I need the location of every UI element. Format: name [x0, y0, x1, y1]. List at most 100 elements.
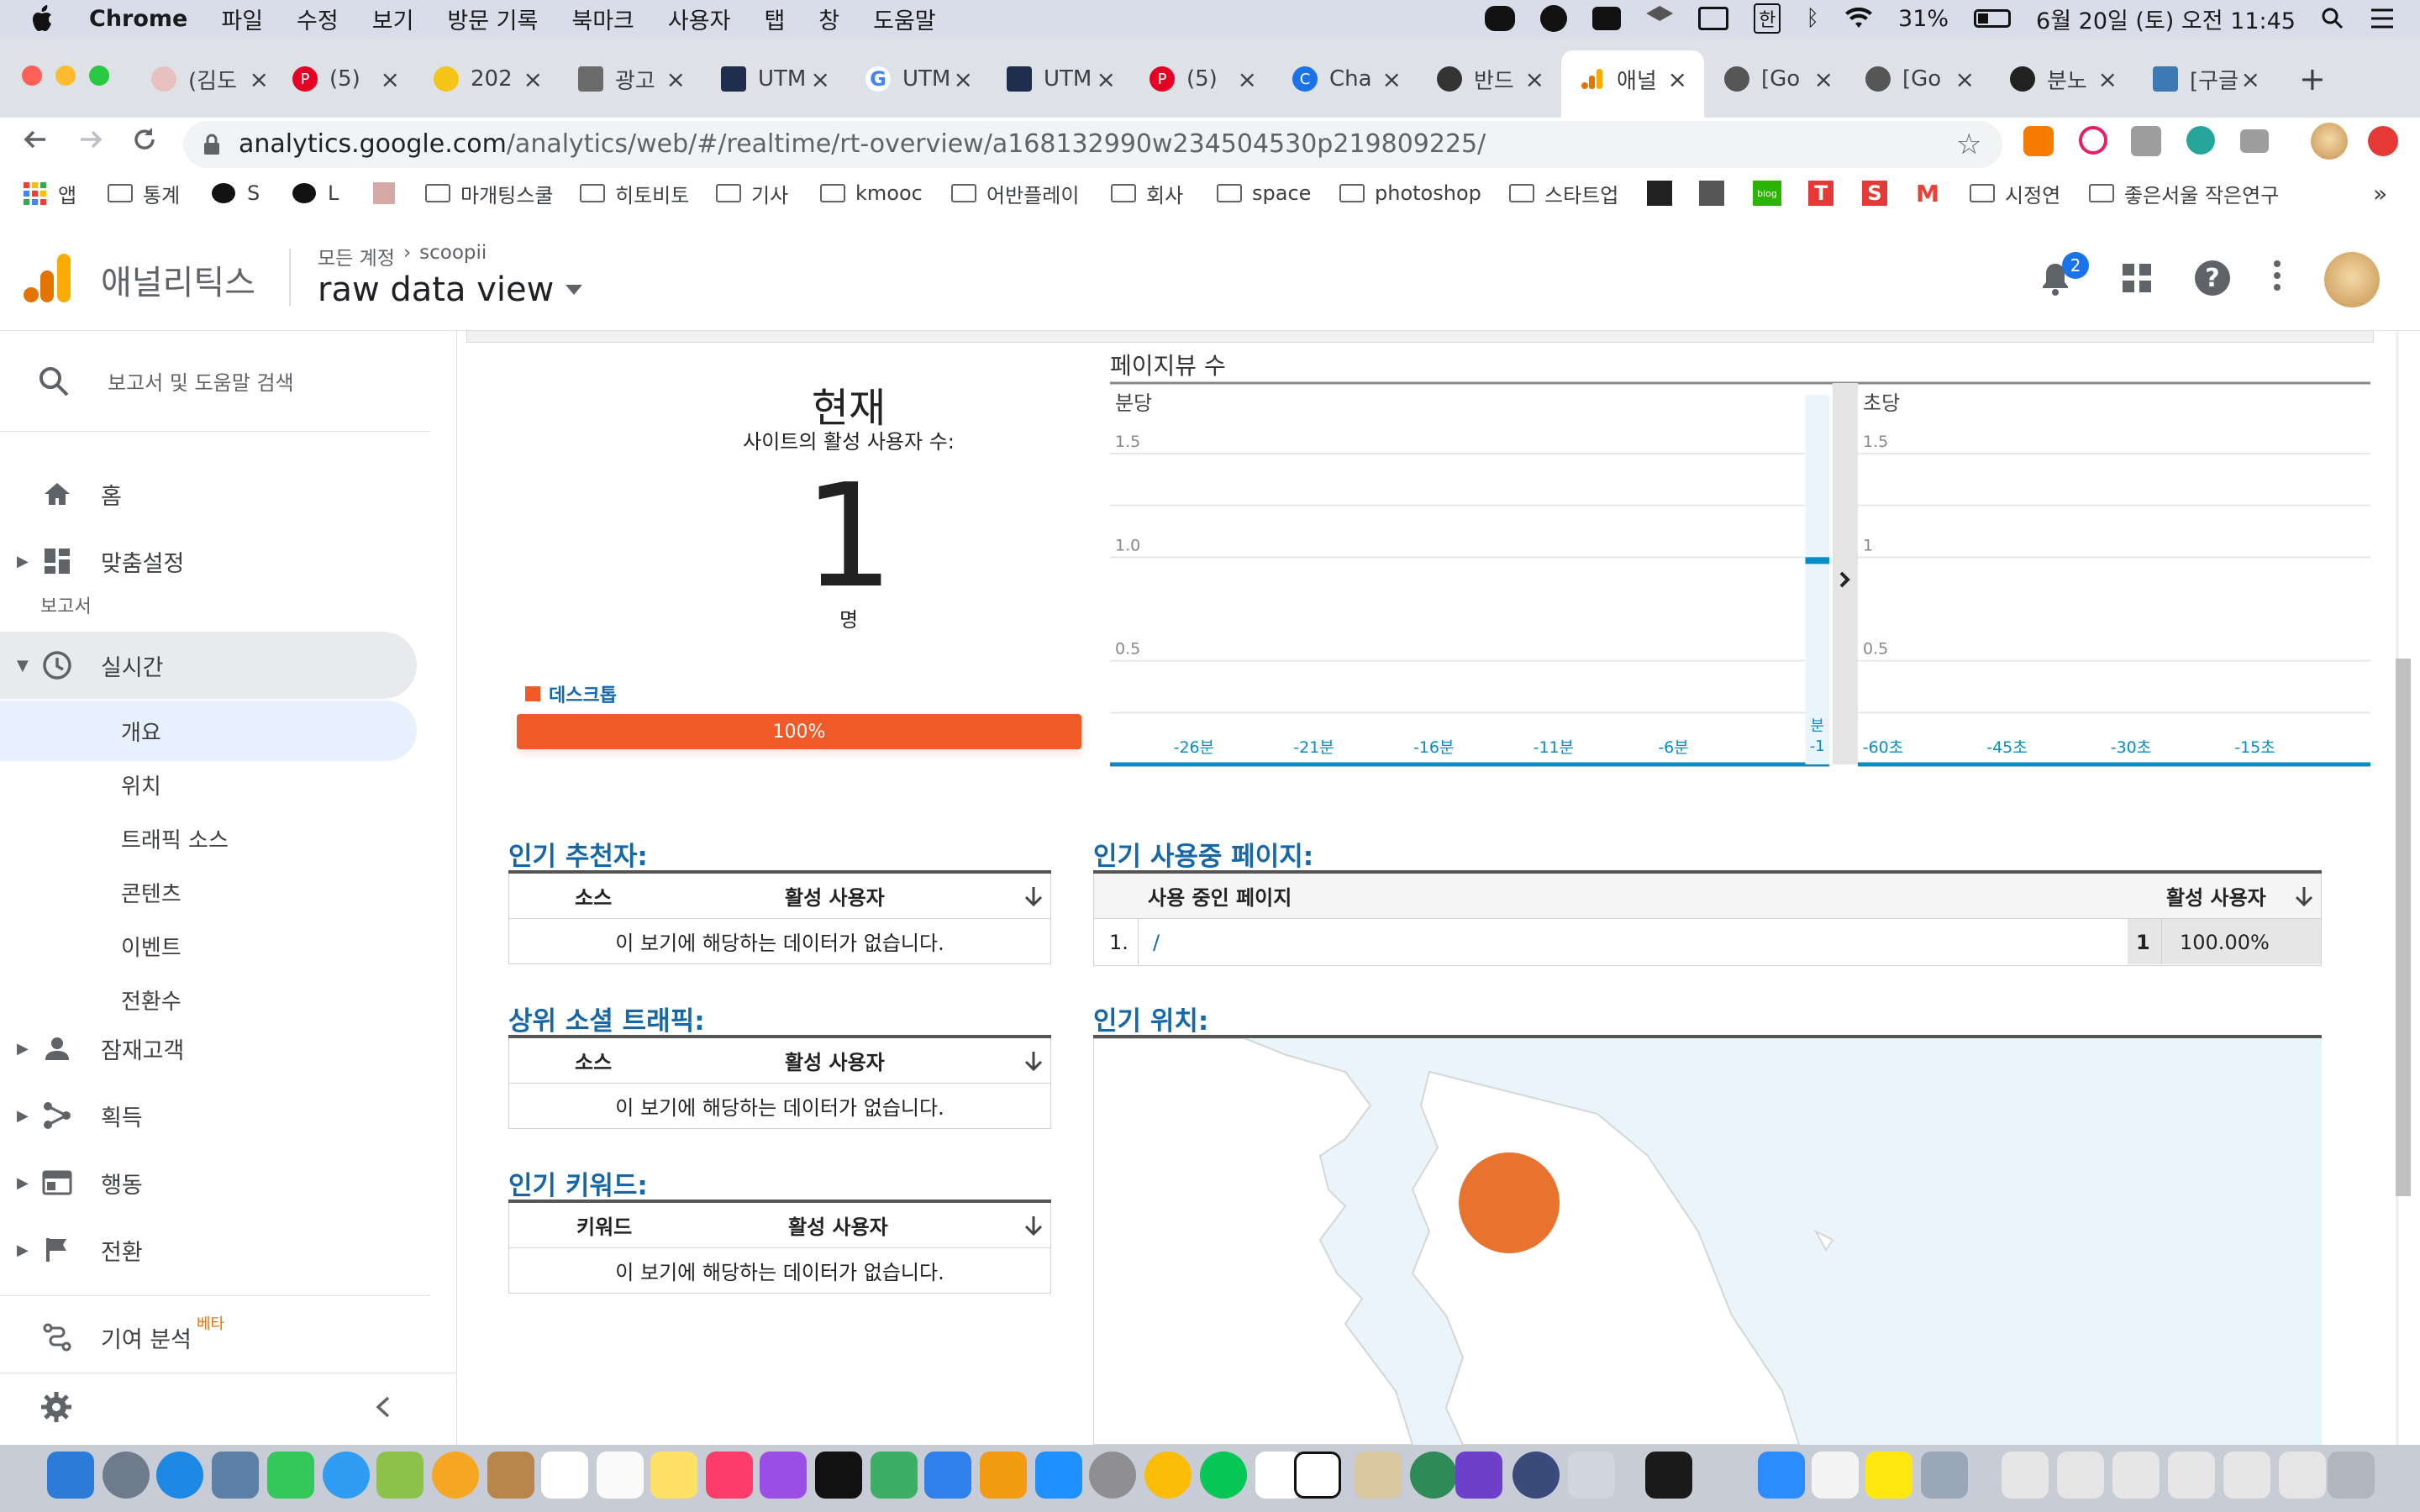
location-map[interactable]: [1093, 1038, 2322, 1445]
column-header-source[interactable]: 소스: [575, 881, 612, 911]
document-stack-icon[interactable]: [2168, 1452, 2215, 1499]
document-stack-icon[interactable]: [2057, 1452, 2104, 1499]
reload-button[interactable]: [129, 124, 160, 155]
more-vert-icon[interactable]: [2274, 260, 2281, 291]
tab-close-icon[interactable]: ×: [1382, 66, 1402, 93]
bookmark-folder[interactable]: 히토비토: [580, 178, 689, 208]
tab-close-icon[interactable]: ×: [1238, 66, 1257, 93]
sidebar-search[interactable]: 보고서 및 도움말 검색: [0, 331, 430, 432]
bookmark-folder[interactable]: 마개팅스쿨: [425, 178, 553, 208]
tab[interactable]: [Go ×: [1865, 62, 1975, 96]
google-analytics-logo-icon[interactable]: [24, 252, 72, 304]
bookmark-item[interactable]: S: [1862, 178, 1887, 208]
column-header-page[interactable]: 사용 중인 페이지: [1148, 881, 1292, 911]
kakaotalk-icon[interactable]: [1865, 1452, 1912, 1499]
bookmark-folder[interactable]: 스타트업: [1509, 178, 1618, 208]
tab-close-icon[interactable]: ×: [954, 66, 973, 93]
typora-icon[interactable]: [1812, 1452, 1859, 1499]
menu-view[interactable]: 보기: [372, 3, 414, 35]
tab-close-icon[interactable]: ×: [1955, 66, 1975, 93]
extension-code-icon[interactable]: [2131, 126, 2161, 156]
zoom-app-icon[interactable]: [1758, 1452, 1805, 1499]
bookmark-folder[interactable]: 좋은서울 작은연구: [2089, 178, 2279, 208]
tab-close-icon[interactable]: ×: [1097, 66, 1116, 93]
url-text[interactable]: analytics.google.com/analytics/web/#/rea…: [239, 126, 1486, 163]
line-app-icon[interactable]: [1200, 1452, 1247, 1499]
messages-icon[interactable]: [323, 1452, 370, 1499]
display-icon[interactable]: [1698, 7, 1729, 30]
bookmark-folder[interactable]: 어반플레이: [951, 178, 1079, 208]
menu-window[interactable]: 창: [818, 3, 839, 35]
extension-target-icon[interactable]: [2079, 126, 2107, 155]
bookmarks-overflow-icon[interactable]: »: [2373, 178, 2387, 208]
apple-menu-icon[interactable]: [32, 5, 55, 32]
notes-icon[interactable]: [650, 1452, 697, 1499]
bookmark-item[interactable]: M: [1916, 178, 1939, 208]
input-method-indicator[interactable]: 한: [1754, 3, 1781, 34]
safari-icon[interactable]: [156, 1452, 203, 1499]
tab-close-icon[interactable]: ×: [1668, 66, 1687, 93]
bookmark-star-icon[interactable]: ☆: [1956, 128, 1981, 161]
tab-close-icon[interactable]: ×: [2241, 66, 2260, 93]
menu-edit[interactable]: 수정: [297, 3, 339, 35]
bookmark-folder[interactable]: 회사: [1111, 178, 1183, 208]
line-icon[interactable]: [1485, 6, 1516, 31]
location-bubble[interactable]: [1459, 1152, 1560, 1253]
wifi-icon[interactable]: [1844, 8, 1873, 29]
downloads-stack-icon[interactable]: [2279, 1452, 2326, 1499]
nav-behavior[interactable]: ▶ 행동: [0, 1154, 420, 1211]
battery-icon[interactable]: [1974, 9, 2012, 28]
reminders-icon[interactable]: [597, 1452, 644, 1499]
zoom-icon[interactable]: [1592, 7, 1622, 30]
close-window-button[interactable]: [22, 66, 42, 86]
keynote-icon[interactable]: [924, 1452, 971, 1499]
zoom-window-button[interactable]: [89, 66, 109, 86]
view-selector[interactable]: raw data view: [318, 270, 583, 309]
update-icon[interactable]: [2368, 126, 2398, 156]
bookmark-item[interactable]: [1699, 178, 1724, 208]
document-stack-icon[interactable]: [2002, 1452, 2049, 1499]
bookmark-folder[interactable]: 기사: [716, 178, 788, 208]
chat-icon[interactable]: [1540, 5, 1568, 32]
menu-file[interactable]: 파일: [221, 3, 263, 35]
sort-arrow-icon[interactable]: [1023, 1215, 1044, 1236]
chrome-icon[interactable]: [1144, 1452, 1192, 1499]
back-button[interactable]: [20, 124, 50, 155]
bookmark-folder[interactable]: 통계: [108, 178, 180, 208]
finder-icon[interactable]: [47, 1452, 94, 1499]
tab[interactable]: 202 ×: [434, 62, 543, 96]
github-desktop-icon[interactable]: [1455, 1452, 1502, 1499]
help-icon[interactable]: ?: [2195, 260, 2230, 296]
tab-close-icon[interactable]: ×: [811, 66, 830, 93]
sidebar-item-events[interactable]: 이벤트: [0, 919, 417, 973]
nav-home[interactable]: 홈: [0, 465, 420, 522]
tab[interactable]: P (5) ×: [1150, 62, 1257, 96]
tab[interactable]: 분노 ×: [2010, 62, 2118, 96]
tab-close-icon[interactable]: ×: [1814, 66, 1833, 93]
bookmark-item[interactable]: [373, 178, 395, 208]
atom-icon[interactable]: [1410, 1452, 1457, 1499]
sidebar-item-overview[interactable]: 개요: [0, 704, 417, 758]
column-header-active-users[interactable]: 활성 사용자: [785, 1046, 885, 1075]
sidebar-item-content[interactable]: 콘텐츠: [0, 865, 417, 919]
disk-utility-icon[interactable]: [1512, 1452, 1560, 1499]
row-page-link[interactable]: /: [1153, 931, 1160, 954]
nav-audience[interactable]: ▶ 잠재고객: [0, 1020, 420, 1077]
bluetooth-icon[interactable]: ᛒ: [1806, 6, 1819, 31]
document-stack-icon[interactable]: [2223, 1452, 2270, 1499]
tab[interactable]: 광고 ×: [578, 62, 686, 96]
podcasts-icon[interactable]: [760, 1452, 807, 1499]
tab[interactable]: [구글 ×: [2153, 62, 2260, 96]
minimize-window-button[interactable]: [55, 66, 76, 86]
tab[interactable]: C Cha ×: [1292, 62, 1402, 96]
nav-realtime[interactable]: ▼ 실시간: [0, 637, 420, 694]
app-store-icon[interactable]: [1035, 1452, 1082, 1499]
photos-icon[interactable]: [432, 1452, 479, 1499]
menu-bookmarks[interactable]: 북마크: [571, 3, 634, 35]
preview-icon[interactable]: [1355, 1452, 1402, 1499]
tab-close-icon[interactable]: ×: [2098, 66, 2118, 93]
image-capture-icon[interactable]: [1921, 1452, 1968, 1499]
profile-avatar[interactable]: [2311, 123, 2348, 160]
bluetooth-app-icon[interactable]: [1701, 1452, 1748, 1499]
launchpad-icon[interactable]: [103, 1452, 150, 1499]
